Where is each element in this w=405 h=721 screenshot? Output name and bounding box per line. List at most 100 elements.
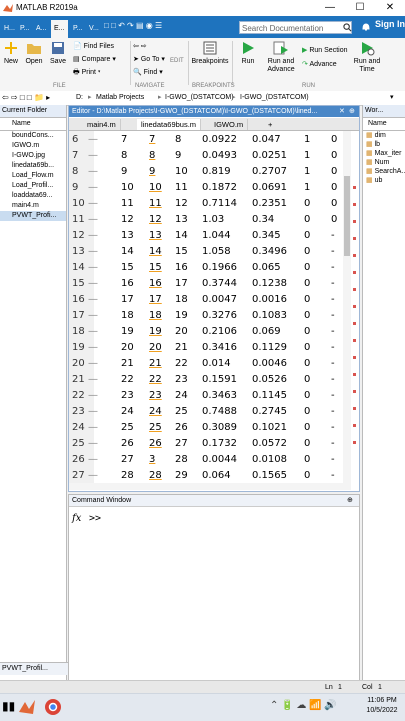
workspace-variable[interactable]: ▦ lb	[363, 140, 405, 149]
file-item[interactable]: boundCons...	[0, 131, 66, 141]
breakpoint-dash[interactable]: —	[88, 211, 98, 228]
code-line[interactable]: —13 14 14 15 1.058 0.3496 0 -	[69, 243, 339, 260]
code-area[interactable]: —6 7 7 8 0.0922 0.047 1 0—7 8 8 9 0.0493 0.0251 1 0—8 9…	[69, 131, 339, 483]
goto-button[interactable]: ➤ Go To ▾	[133, 53, 165, 66]
fx-icon[interactable]: fx	[72, 513, 81, 524]
find-files-button[interactable]: 📄 Find Files	[73, 40, 116, 53]
code-line[interactable]: —27 28 28 29 0.064 0.1565 0 -	[69, 467, 339, 483]
breakpoint-dash[interactable]: —	[88, 227, 98, 244]
tab-main4[interactable]: main4.m	[83, 119, 121, 130]
file-item[interactable]: PVWT_Profi...	[0, 211, 66, 221]
path-folder-2[interactable]: I-GWO_(DSTATCOM)	[240, 91, 309, 105]
breakpoint-dash[interactable]: —	[88, 195, 98, 212]
quick-access-icons[interactable]: □ □ ↶ ↷ ▤ ◉ ☰	[104, 21, 162, 30]
save-button[interactable]: Save	[47, 40, 69, 65]
vertical-scrollbar[interactable]	[343, 131, 351, 483]
browse-dropdown[interactable]: ▾	[390, 91, 394, 105]
breakpoint-dash[interactable]: —	[88, 147, 98, 164]
file-item[interactable]: main4.m	[0, 201, 66, 211]
file-item[interactable]: Load_Flow.m	[0, 171, 66, 181]
tray-icons[interactable]: ⌃ 🔋 ☁ 📶 🔊	[270, 700, 337, 711]
compare-button[interactable]: ▤ Compare ▾	[73, 53, 116, 66]
breakpoint-dash[interactable]: —	[88, 419, 98, 436]
tab-linedata69bus[interactable]: linedata69bus.m	[137, 119, 202, 130]
advance-button[interactable]: ↷ Advance	[302, 58, 347, 72]
print-button[interactable]: 🖶 Print ▾	[73, 66, 116, 79]
file-item[interactable]: loaddata69...	[0, 191, 66, 201]
code-line[interactable]: — 7 8 8 9 0.0493 0.0251 1 0	[69, 147, 339, 164]
close-window-button[interactable]: ✕	[375, 0, 405, 16]
workspace-variable[interactable]: ▦ ub	[363, 176, 405, 185]
code-line[interactable]: —15 16 16 17 0.3744 0.1238 0 -	[69, 275, 339, 292]
matlab-taskbar-icon[interactable]	[18, 698, 36, 716]
breakpoint-dash[interactable]: —	[88, 275, 98, 292]
breakpoint-dash[interactable]: —	[88, 467, 98, 483]
path-matlab-projects[interactable]: Matlab Projects	[96, 91, 144, 105]
code-line[interactable]: —26 27 3 28 0.0044 0.0108 0 -	[69, 451, 339, 468]
file-item[interactable]: IGWO.m	[0, 141, 66, 151]
workspace-variable[interactable]: ▦ SearchA...	[363, 167, 405, 176]
goto-arrows[interactable]: ⇦ ⇨	[133, 40, 165, 53]
tab-igwo[interactable]: IGWO.m	[210, 119, 249, 130]
breakpoints-button[interactable]: Breakpoints	[190, 40, 230, 65]
breakpoint-dash[interactable]: —	[88, 291, 98, 308]
breakpoint-dash[interactable]: —	[88, 339, 98, 356]
breakpoint-dash[interactable]: —	[88, 259, 98, 276]
clock-time[interactable]: 11:06 PM	[362, 697, 402, 704]
code-line[interactable]: —25 26 26 27 0.1732 0.0572 0 -	[69, 435, 339, 452]
scroll-thumb[interactable]	[344, 176, 350, 256]
code-line[interactable]: —24 25 25 26 0.3089 0.1021 0 -	[69, 419, 339, 436]
code-line[interactable]: —21 22 22 23 0.1591 0.0526 0 -	[69, 371, 339, 388]
breakpoint-dash[interactable]: —	[88, 243, 98, 260]
code-line[interactable]: —11 12 12 13 1.03 0.34 0 0	[69, 211, 339, 228]
breakpoint-dash[interactable]: —	[88, 179, 98, 196]
edit-group[interactable]: EDIT	[170, 58, 184, 64]
breakpoint-dash[interactable]: —	[88, 387, 98, 404]
code-line[interactable]: —18 19 19 20 0.2106 0.069 0 -	[69, 323, 339, 340]
editor-menu-icon[interactable]: ⊕	[349, 106, 355, 117]
command-window[interactable]: Command Window ⊕ fx >>	[68, 494, 360, 682]
file-item[interactable]: linedata69b...	[0, 161, 66, 171]
path-drive[interactable]: D:	[76, 91, 83, 105]
search-icon[interactable]	[343, 23, 352, 32]
breakpoint-dash[interactable]: —	[88, 307, 98, 324]
code-line[interactable]: —12 13 13 14 1.044 0.345 0 -	[69, 227, 339, 244]
command-window-menu-icon[interactable]: ⊕	[347, 495, 353, 506]
taskview-icon[interactable]: ▮▮	[2, 699, 15, 713]
nav-buttons[interactable]: ⇦ ⇨ □ □ 📁 ▸	[2, 91, 50, 105]
workspace-variable[interactable]: ▦ Num	[363, 158, 405, 167]
sign-in-button[interactable]: Sign In	[375, 19, 405, 29]
new-button[interactable]: New	[0, 40, 22, 65]
breakpoint-dash[interactable]: —	[88, 371, 98, 388]
workspace-variable[interactable]: ▦ dim	[363, 131, 405, 140]
breakpoint-dash[interactable]: —	[88, 403, 98, 420]
close-editor-icon[interactable]: ✕	[339, 106, 345, 117]
file-item[interactable]: I-GWO.jpg	[0, 151, 66, 161]
name-column-header[interactable]: Name	[0, 118, 66, 131]
code-line[interactable]: —22 23 23 24 0.3463 0.1145 0 -	[69, 387, 339, 404]
workspace-name-header[interactable]: Name	[363, 118, 405, 131]
code-line[interactable]: —17 18 18 19 0.3276 0.1083 0 -	[69, 307, 339, 324]
code-line[interactable]: —19 20 20 21 0.3416 0.1129 0 -	[69, 339, 339, 356]
breakpoint-dash[interactable]: —	[88, 323, 98, 340]
find-button[interactable]: 🔍 Find ▾	[133, 66, 165, 79]
run-time-button[interactable]: Run and Time	[352, 40, 382, 74]
code-line[interactable]: —14 15 15 16 0.1966 0.065 0 -	[69, 259, 339, 276]
code-line[interactable]: —20 21 21 22 0.014 0.0046 0 -	[69, 355, 339, 372]
tab-view[interactable]: V...	[86, 20, 102, 38]
breakpoint-dash[interactable]: —	[88, 355, 98, 372]
file-item[interactable]: Load_Profil...	[0, 181, 66, 191]
horizontal-scrollbar[interactable]	[69, 483, 351, 490]
run-advance-button[interactable]: Run and Advance	[263, 40, 299, 74]
tab-plots[interactable]: P...	[17, 20, 33, 38]
tab-home[interactable]: H...	[1, 20, 18, 38]
breakpoint-dash[interactable]: —	[88, 451, 98, 468]
path-folder-1[interactable]: I-GWO_(DSTATCOM)	[165, 91, 234, 105]
chrome-taskbar-icon[interactable]	[44, 698, 62, 716]
workspace-variable[interactable]: ▦ Max_iter	[363, 149, 405, 158]
new-tab-button[interactable]: +	[264, 119, 276, 130]
maximize-button[interactable]: ☐	[345, 0, 375, 16]
open-button[interactable]: Open	[23, 40, 45, 65]
breakpoint-dash[interactable]: —	[88, 163, 98, 180]
breakpoint-dash[interactable]: —	[88, 131, 98, 148]
